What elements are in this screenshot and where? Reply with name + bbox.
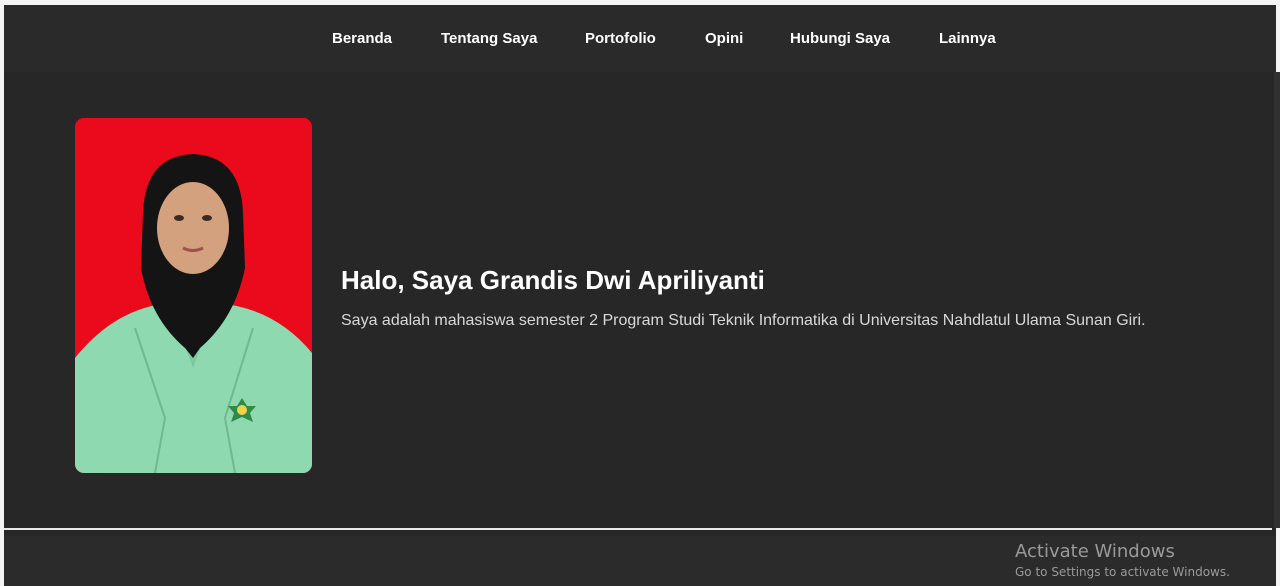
section-divider [4, 528, 1272, 530]
scroll-edge [1274, 72, 1280, 528]
profile-photo [75, 118, 312, 473]
hero-description: Saya adalah mahasiswa semester 2 Program… [341, 312, 1146, 329]
nav-item-lainnya[interactable]: Lainnya [939, 30, 996, 47]
nav-item-beranda[interactable]: Beranda [332, 30, 392, 47]
page-frame: Beranda Tentang Saya Portofolio Opini Hu… [4, 5, 1280, 586]
nav-item-portofolio[interactable]: Portofolio [585, 30, 656, 47]
windows-activation-title: Activate Windows [1015, 541, 1175, 562]
portrait-illustration [75, 118, 312, 473]
hero-title: Halo, Saya Grandis Dwi Apriliyanti [341, 265, 765, 295]
nav-item-opini[interactable]: Opini [705, 30, 743, 47]
nav-item-hubungi-saya[interactable]: Hubungi Saya [790, 30, 890, 47]
hero-section: Halo, Saya Grandis Dwi Apriliyanti Saya … [4, 72, 1276, 528]
top-navbar: Beranda Tentang Saya Portofolio Opini Hu… [4, 5, 1276, 72]
nav-item-tentang-saya[interactable]: Tentang Saya [441, 30, 537, 47]
windows-activation-subtitle: Go to Settings to activate Windows. [1015, 565, 1230, 579]
